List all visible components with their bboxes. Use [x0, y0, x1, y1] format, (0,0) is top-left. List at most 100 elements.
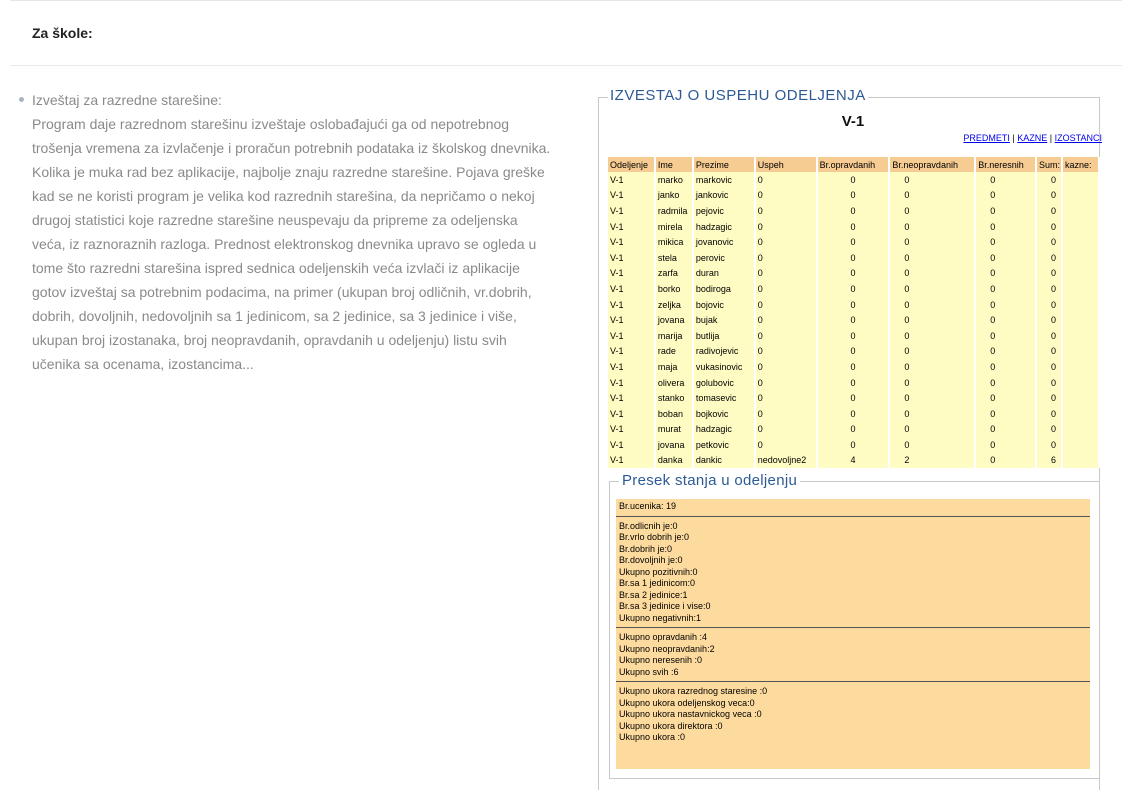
table-cell: 0 — [889, 312, 977, 328]
table-cell: bojkovic — [692, 405, 756, 422]
table-cell: V-1 — [608, 265, 656, 282]
table-cell — [1062, 421, 1100, 438]
table-body: V-1 marko markovic 0 0 0 0 0 V-1 janko jankovic 0 0 0… — [608, 172, 1100, 469]
summary-divider — [616, 515, 1090, 517]
table-cell: V-1 — [608, 452, 656, 469]
summary-divider — [616, 627, 1090, 628]
table-cell: jankovic — [692, 187, 756, 204]
description-line: tome što razredni starešina ispred sedni… — [32, 260, 520, 276]
table-row: V-1 mikica jovanovic 0 0 0 0 0 — [608, 234, 1100, 250]
table-row: V-1 jovana bujak 0 0 0 0 0 — [608, 312, 1100, 328]
description-line: gotov izveštaj sa potrebnim podacima, na… — [32, 284, 532, 300]
feature-description: Izveštaj za razredne starešine: Program … — [32, 88, 562, 376]
report-legend: IZVESTAJ O USPEHU ODELJENJA — [608, 87, 868, 104]
column-header: Br.neopravdanih — [889, 157, 977, 172]
summary-line: Ukupno svih :6 — [619, 666, 679, 677]
table-cell: 0 — [754, 359, 818, 375]
column-header: Sum: — [1036, 157, 1064, 172]
table-cell: 0 — [975, 187, 1038, 204]
table-cell: 0 — [816, 327, 891, 344]
description-line: ukupan broj izostanaka, broj neopravdani… — [32, 332, 507, 348]
table-cell: hadzagic — [692, 218, 756, 235]
table-cell: 0 — [816, 187, 891, 204]
table-cell: 0 — [889, 327, 977, 344]
table-cell: 0 — [889, 296, 977, 313]
table-cell: 0 — [889, 405, 977, 422]
feature-title: Izveštaj za razredne starešine: — [32, 92, 222, 108]
table-cell: 0 — [889, 390, 977, 406]
table-cell: vukasinovic — [692, 359, 756, 375]
table-cell — [1062, 203, 1100, 219]
table-cell: 0 — [754, 281, 818, 297]
table-cell: 0 — [754, 172, 818, 188]
table-cell: radmila — [654, 203, 694, 219]
table-cell: borko — [654, 281, 694, 297]
summary-line: Ukupno ukora nastavnickog veca :0 — [619, 709, 762, 719]
table-cell: 0 — [754, 218, 818, 235]
table-cell: V-1 — [608, 327, 656, 344]
section-heading: Za škole: — [32, 25, 93, 41]
table-cell: bujak — [692, 312, 756, 328]
column-header: Prezime — [692, 157, 756, 172]
table-cell: 0 — [754, 296, 818, 313]
table-cell: stela — [654, 249, 694, 266]
table-cell: V-1 — [608, 234, 656, 250]
table-cell: 0 — [754, 421, 818, 438]
table-cell: V-1 — [608, 390, 656, 406]
table-cell: 0 — [816, 203, 891, 219]
table-cell: 0 — [754, 327, 818, 344]
table-cell: 0 — [754, 343, 818, 360]
table-row: V-1 maja vukasinovic 0 0 0 0 0 — [608, 359, 1100, 375]
table-cell: 0 — [1036, 265, 1064, 282]
description-line: drugoj statistici koje razredne starešin… — [32, 212, 518, 228]
table-cell: butlija — [692, 327, 756, 344]
summary-line: Ukupno negativnih:1 — [619, 612, 702, 623]
class-title: V-1 — [841, 113, 865, 130]
link-predmeti[interactable]: PREDMETI — [963, 133, 1010, 143]
table-cell: 6 — [1036, 452, 1064, 469]
table-cell: 0 — [754, 249, 818, 266]
table-cell: 0 — [975, 390, 1038, 406]
table-cell — [1062, 187, 1100, 204]
table-cell: 0 — [1036, 312, 1064, 328]
table-cell: V-1 — [608, 359, 656, 375]
summary-legend: Presek stanja u odeljenju — [619, 472, 801, 489]
table-cell: dankic — [692, 452, 756, 469]
column-header: Br.opravdanih — [816, 157, 891, 172]
table-cell: jovanovic — [692, 234, 756, 250]
table-cell: 0 — [816, 312, 891, 328]
table-cell: tomasevic — [692, 390, 756, 406]
summary-line: Br.sa 2 jedinice:1 — [619, 589, 688, 600]
table-cell: 0 — [1036, 218, 1064, 235]
table-row: V-1 murat hadzagic 0 0 0 0 0 — [608, 421, 1100, 438]
link-kazne[interactable]: KAZNE — [1017, 133, 1047, 143]
table-cell: 0 — [754, 374, 818, 391]
table-cell: 0 — [975, 374, 1038, 391]
table-cell: 0 — [1036, 281, 1064, 297]
table-cell: 0 — [754, 265, 818, 282]
table-cell: 0 — [754, 203, 818, 219]
table-cell: 0 — [816, 390, 891, 406]
summary-line: Br.dobrih je:0 — [619, 543, 673, 554]
section-divider — [10, 65, 1122, 66]
table-cell — [1062, 312, 1100, 328]
table-cell: zeljka — [654, 296, 694, 313]
table-row: V-1 rade radivojevic 0 0 0 0 0 — [608, 343, 1100, 360]
table-cell: 0 — [1036, 405, 1064, 422]
table-cell: jovana — [654, 437, 694, 453]
description-line: učenika sa ocenama, izostancima... — [32, 356, 254, 372]
table-cell: perovic — [692, 249, 756, 266]
link-izostanci[interactable]: IZOSTANCI — [1055, 133, 1102, 143]
table-cell: 0 — [816, 343, 891, 360]
table-cell: V-1 — [608, 374, 656, 391]
description-line: dobrih, dovoljnih, nedovoljnih sa 1 jedi… — [32, 308, 517, 324]
table-cell — [1062, 172, 1100, 188]
table-cell: 0 — [975, 343, 1038, 360]
table-cell: boban — [654, 405, 694, 422]
table-cell: 0 — [975, 218, 1038, 235]
table-cell — [1062, 452, 1100, 469]
table-cell — [1062, 374, 1100, 391]
table-cell: 0 — [975, 281, 1038, 297]
table-row: V-1 marko markovic 0 0 0 0 0 — [608, 172, 1100, 188]
table-cell: janko — [654, 187, 694, 204]
